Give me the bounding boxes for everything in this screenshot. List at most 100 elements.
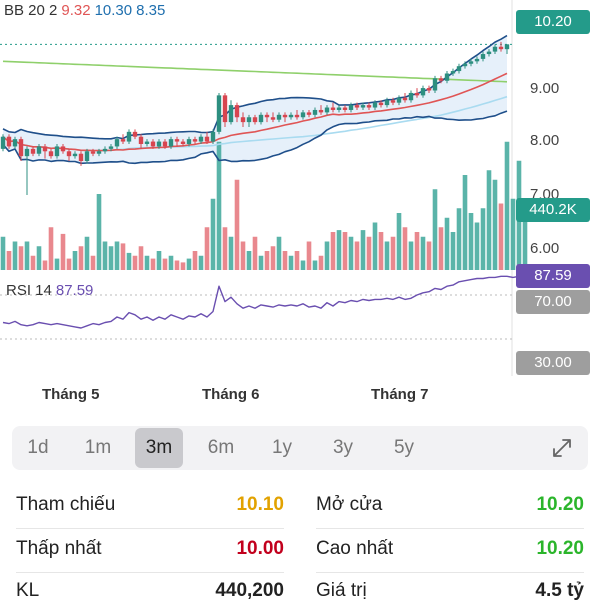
bb-mid: 9.32 (61, 2, 91, 19)
candle-body (192, 139, 198, 142)
tab-6m[interactable]: 6m (197, 428, 245, 468)
volume-bar (240, 241, 246, 270)
candle-body (294, 114, 300, 118)
candle-body (492, 46, 498, 52)
rsi-70-tag: 70.00 (516, 290, 590, 314)
divider (16, 572, 284, 573)
candle-body (468, 61, 474, 64)
candle-body (408, 92, 414, 101)
volume-bar (480, 208, 486, 270)
candle-body (312, 109, 318, 115)
bollinger-band-fill (3, 35, 507, 164)
volume-bar (156, 251, 162, 270)
volume-bar (258, 255, 264, 270)
volume-bar (204, 227, 210, 270)
price-axis-label: 8.00 (530, 132, 560, 149)
stat-value: 10.20 (536, 538, 584, 559)
candle-body (276, 114, 282, 120)
tab-1d[interactable]: 1d (14, 428, 62, 468)
candle-body (318, 109, 324, 113)
candle-body (6, 136, 12, 147)
month-label: Tháng 6 (202, 386, 260, 403)
candle-body (504, 44, 510, 50)
candle-body (18, 139, 24, 157)
volume-bar (474, 222, 480, 270)
tab-3m[interactable]: 3m (135, 428, 183, 468)
divider (316, 572, 584, 573)
volume-bar (468, 213, 474, 270)
candle-body (78, 153, 84, 162)
volume-tag: 440.2K (516, 198, 590, 222)
candle-body (246, 117, 252, 123)
candle-body (378, 102, 384, 106)
volume-bar (228, 236, 234, 270)
candle-body (306, 112, 312, 115)
candle-body (36, 146, 42, 154)
candle-body (270, 117, 276, 120)
volume-bar (402, 227, 408, 270)
candle-body (174, 139, 180, 142)
candle-body (162, 141, 168, 147)
volume-bar (270, 246, 276, 270)
rsi-indicator-label: RSI 14 87.59 (6, 282, 97, 299)
tab-5y[interactable]: 5y (380, 428, 428, 468)
candle-body (84, 151, 90, 162)
rsi-30-tag: 30.00 (516, 351, 590, 375)
candle-body (54, 146, 60, 157)
candle-body (474, 58, 480, 62)
volume-bar (162, 258, 168, 270)
price-chart[interactable] (0, 0, 600, 380)
stat-value: 10.10 (236, 494, 284, 515)
volume-bar (378, 232, 384, 270)
expand-icon[interactable] (550, 436, 574, 460)
candle-body (12, 139, 18, 147)
volume-bar (438, 227, 444, 270)
candle-body (462, 63, 468, 67)
candle-body (48, 151, 54, 157)
volume-bar (60, 233, 66, 270)
bb-name: BB 20 2 (4, 2, 58, 19)
stat-value: 10.00 (236, 538, 284, 559)
stat-label: Tham chiếu (16, 494, 116, 515)
volume-bar (126, 252, 132, 270)
price-axis-label: 6.00 (530, 240, 560, 257)
volume-bar (186, 258, 192, 270)
tab-1y[interactable]: 1y (258, 428, 306, 468)
candle-body (372, 102, 378, 108)
candle-body (60, 146, 66, 152)
volume-bar (180, 262, 186, 270)
candle-body (150, 141, 156, 147)
candle-body (426, 88, 432, 91)
candle-body (138, 136, 144, 144)
price-axis-label: 9.00 (530, 80, 560, 97)
candle-body (144, 141, 150, 144)
candle-body (24, 148, 30, 157)
range-tabs: 1d 1m 3m 6m 1y 3y 5y (12, 426, 588, 470)
bb-lower: 8.35 (136, 2, 166, 19)
tab-3y[interactable]: 3y (319, 428, 367, 468)
candle-body (126, 131, 132, 142)
tab-1m[interactable]: 1m (74, 428, 122, 468)
volume-bar (90, 255, 96, 270)
volume-bar (192, 251, 198, 270)
volume-bar (444, 217, 450, 270)
volume-bar (510, 198, 516, 270)
volume-bar (462, 175, 468, 270)
volume-bar (426, 241, 432, 270)
rsi-name: RSI 14 (6, 282, 52, 299)
volume-bar (246, 251, 252, 270)
rsi-tag: 87.59 (516, 264, 590, 288)
volume-bar (384, 241, 390, 270)
divider (16, 528, 284, 529)
candle-body (258, 114, 264, 123)
stat-label: Cao nhất (316, 538, 394, 559)
volume-bar (234, 179, 240, 270)
stat-label: Thấp nhất (16, 538, 102, 559)
volume-bar (504, 141, 510, 270)
stat-open: Mở cửa 10.20 (316, 494, 584, 520)
candle-body (396, 97, 402, 103)
volume-bar (132, 255, 138, 270)
stat-label: KL (16, 580, 40, 601)
volume-bar (168, 255, 174, 270)
candle-body (390, 100, 396, 103)
